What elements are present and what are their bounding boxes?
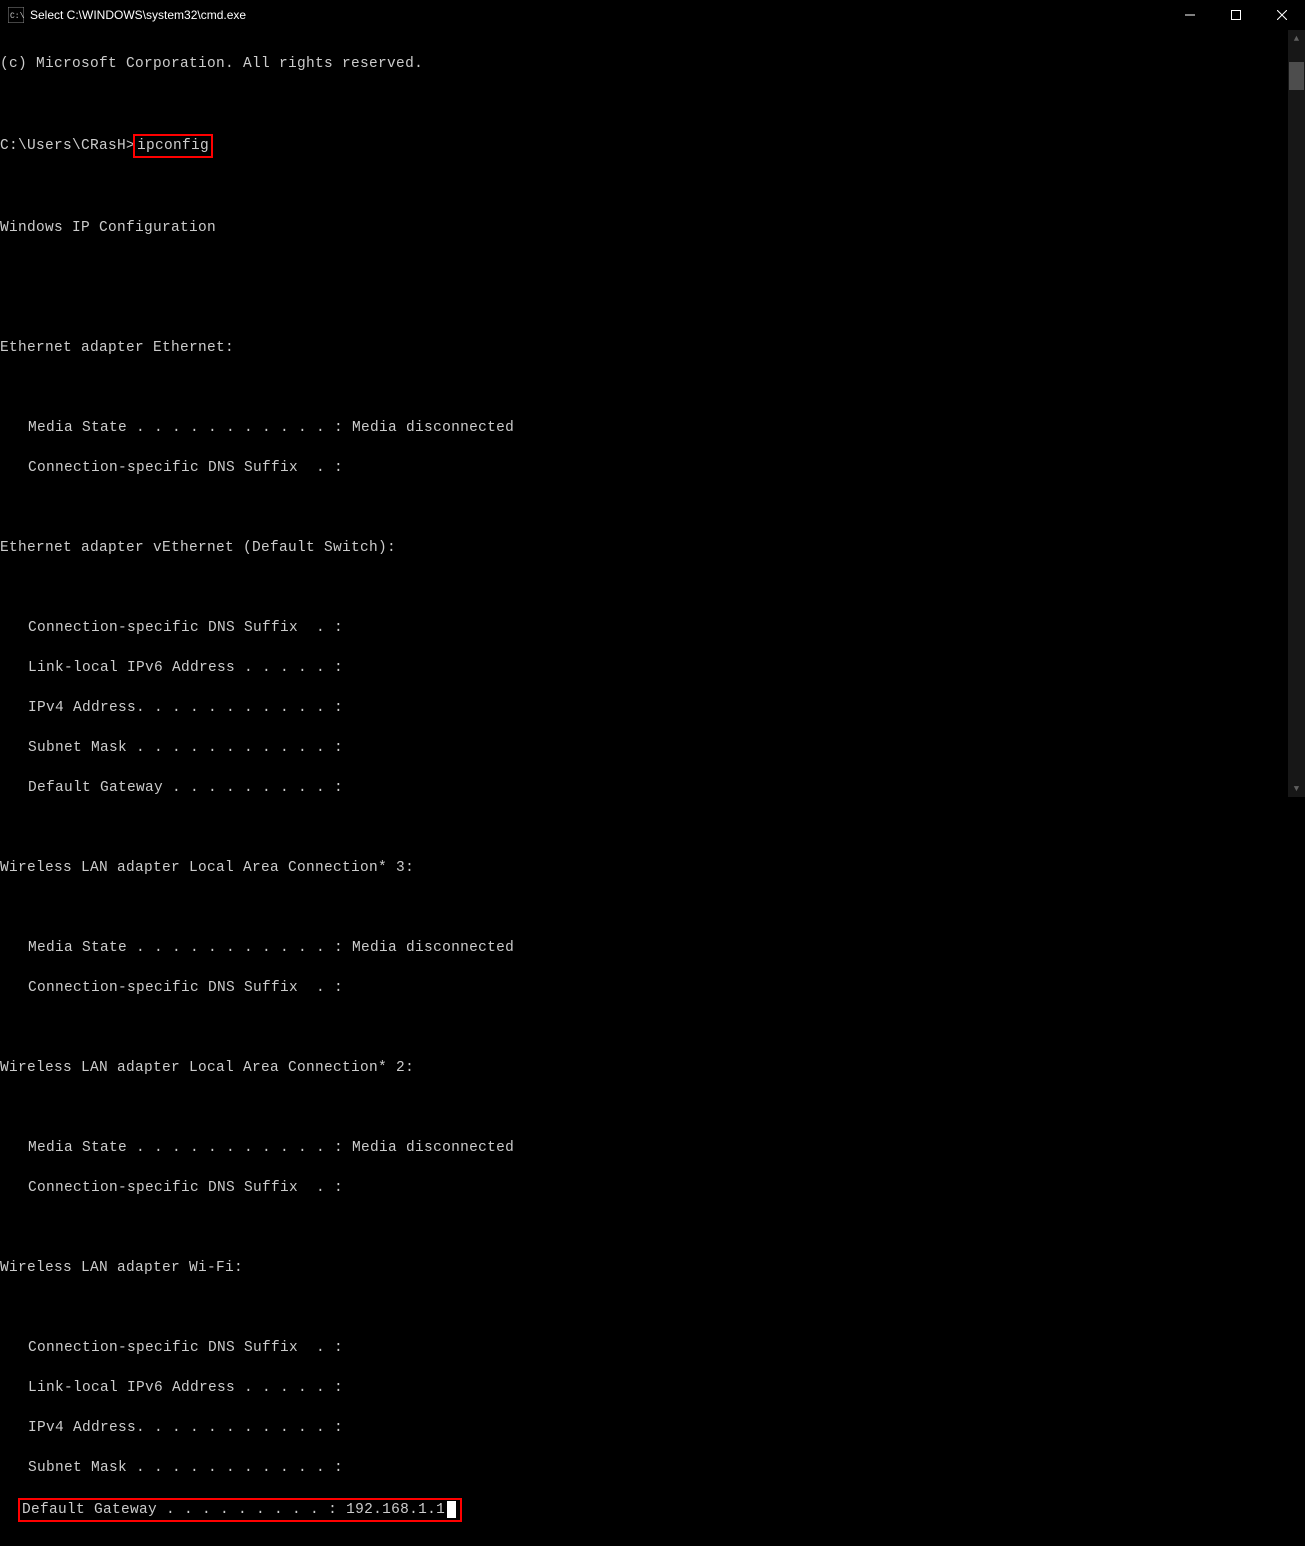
output-line: Link-local IPv6 Address . . . . . : bbox=[0, 1378, 1305, 1398]
prompt-line: C:\Users\CRasH>ipconfig bbox=[0, 134, 1305, 158]
scrollbar-thumb[interactable] bbox=[1289, 62, 1304, 90]
scroll-up-icon[interactable]: ▲ bbox=[1288, 30, 1305, 47]
output-line: Default Gateway . . . . . . . . . : bbox=[0, 778, 1305, 798]
output-line: Subnet Mask . . . . . . . . . . . : bbox=[0, 1458, 1305, 1478]
output-line: Link-local IPv6 Address . . . . . : bbox=[0, 658, 1305, 678]
cmd-icon: C:\ bbox=[8, 7, 24, 23]
output-line: IPv4 Address. . . . . . . . . . . : bbox=[0, 1418, 1305, 1438]
output-line: Subnet Mask . . . . . . . . . . . : bbox=[0, 738, 1305, 758]
config-header: Windows IP Configuration bbox=[0, 218, 1305, 238]
prompt-prefix: C:\Users\CRasH> bbox=[0, 138, 135, 154]
section-title: Wireless LAN adapter Local Area Connecti… bbox=[0, 1058, 1305, 1078]
section-title: Ethernet adapter vEthernet (Default Swit… bbox=[0, 538, 1305, 558]
minimize-button[interactable] bbox=[1167, 0, 1213, 30]
section-title: Wireless LAN adapter Local Area Connecti… bbox=[0, 858, 1305, 878]
output-line: Connection-specific DNS Suffix . : bbox=[0, 618, 1305, 638]
cursor-icon bbox=[447, 1501, 456, 1518]
section-title: Ethernet adapter Ethernet: bbox=[0, 338, 1305, 358]
window-titlebar[interactable]: C:\ Select C:\WINDOWS\system32\cmd.exe bbox=[0, 0, 1305, 30]
output-line: Media State . . . . . . . . . . . : Medi… bbox=[0, 938, 1305, 958]
svg-text:C:\: C:\ bbox=[10, 12, 24, 21]
gateway-highlight-line: Default Gateway . . . . . . . . . : 192.… bbox=[0, 1498, 1305, 1522]
command-highlight: ipconfig bbox=[133, 134, 213, 158]
output-line: Connection-specific DNS Suffix . : bbox=[0, 458, 1305, 478]
output-line: Media State . . . . . . . . . . . : Medi… bbox=[0, 418, 1305, 438]
window-controls bbox=[1167, 0, 1305, 30]
copyright-line: (c) Microsoft Corporation. All rights re… bbox=[0, 54, 1305, 74]
scroll-down-icon[interactable]: ▼ bbox=[1288, 780, 1305, 797]
output-line: Connection-specific DNS Suffix . : bbox=[0, 1338, 1305, 1358]
section-title: Wireless LAN adapter Wi-Fi: bbox=[0, 1258, 1305, 1278]
close-button[interactable] bbox=[1259, 0, 1305, 30]
output-line: Connection-specific DNS Suffix . : bbox=[0, 1178, 1305, 1198]
terminal-output[interactable]: (c) Microsoft Corporation. All rights re… bbox=[0, 30, 1305, 1546]
maximize-button[interactable] bbox=[1213, 0, 1259, 30]
vertical-scrollbar[interactable]: ▲ ▼ bbox=[1288, 30, 1305, 797]
output-line: IPv4 Address. . . . . . . . . . . : bbox=[0, 698, 1305, 718]
window-title: Select C:\WINDOWS\system32\cmd.exe bbox=[30, 8, 246, 22]
output-line: Media State . . . . . . . . . . . : Medi… bbox=[0, 1138, 1305, 1158]
default-gateway-highlight: Default Gateway . . . . . . . . . : 192.… bbox=[18, 1498, 462, 1522]
output-line: Connection-specific DNS Suffix . : bbox=[0, 978, 1305, 998]
